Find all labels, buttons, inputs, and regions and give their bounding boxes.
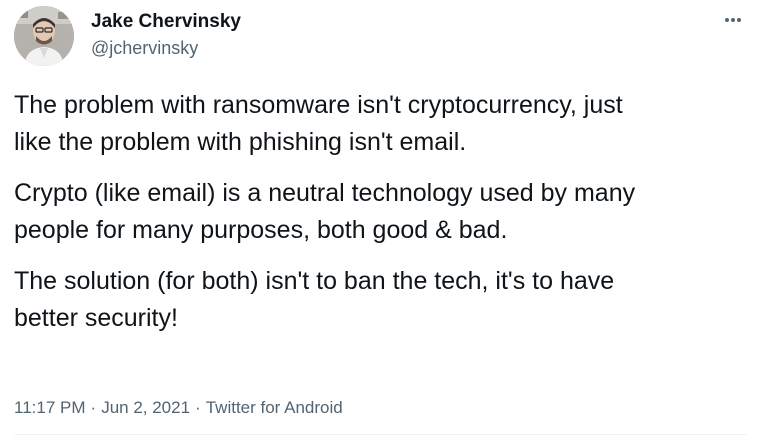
tweet-paragraph: Crypto (like email) is a neutral technol…	[14, 179, 636, 244]
tweet-paragraph: The problem with ransomware isn't crypto…	[14, 91, 623, 156]
tweet-date-link[interactable]: Jun 2, 2021	[101, 398, 190, 417]
more-horizontal-icon	[725, 18, 741, 22]
divider	[14, 434, 747, 435]
author-handle[interactable]: @jchervinsky	[91, 36, 241, 60]
tweet-source-link[interactable]: Twitter for Android	[206, 398, 343, 417]
tweet-meta: 11:17 PM · Jun 2, 2021 · Twitter for Android	[14, 397, 343, 419]
tweet-header: Jake Chervinsky @jchervinsky	[14, 6, 747, 66]
more-options-button[interactable]	[719, 10, 747, 30]
author-display-name[interactable]: Jake Chervinsky	[91, 10, 241, 34]
meta-separator: ·	[90, 398, 97, 417]
avatar-photo-icon	[14, 6, 74, 66]
tweet-text: The problem with ransomware isn't crypto…	[14, 87, 749, 351]
author-info: Jake Chervinsky @jchervinsky	[91, 10, 241, 60]
tweet-card: Jake Chervinsky @jchervinsky The problem…	[0, 0, 761, 443]
avatar[interactable]	[14, 6, 74, 66]
meta-separator: ·	[195, 398, 201, 417]
tweet-time-link[interactable]: 11:17 PM	[14, 398, 86, 417]
tweet-paragraph: The solution (for both) isn't to ban the…	[14, 267, 615, 332]
